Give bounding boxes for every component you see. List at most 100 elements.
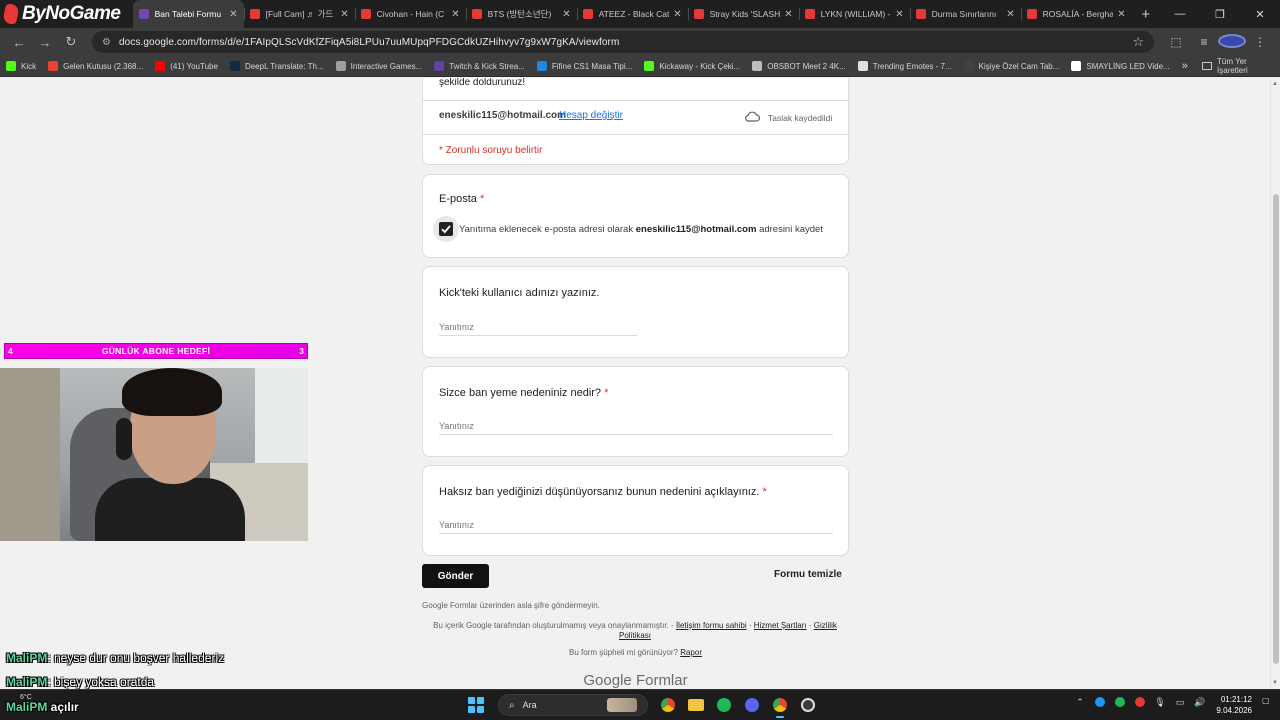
tab-close-icon[interactable]: ✕ [340, 9, 348, 20]
extensions-icon[interactable]: ⬚ [1162, 35, 1190, 49]
tab-close-icon[interactable]: ✕ [784, 9, 792, 20]
close-window-icon[interactable]: ✕ [1240, 8, 1280, 21]
tray-overflow-icon[interactable]: ⌃ [1072, 694, 1088, 710]
address-bar[interactable]: ⚙ docs.google.com/forms/d/e/1FAIpQLScVdK… [92, 31, 1154, 53]
save-email-checkbox[interactable] [433, 216, 459, 242]
notification-icon[interactable]: ▢ [1262, 696, 1270, 705]
bookmark-item[interactable]: SMAYLİNG LED Vide... [1071, 61, 1170, 71]
browser-tab[interactable]: Durma Sınırlarını ✕ [909, 0, 1021, 28]
logo-google: Google [583, 672, 632, 689]
browser-tab[interactable]: Civohan - Hain (C ✕ [354, 0, 466, 28]
bookmarks-overflow-icon[interactable]: » [1182, 60, 1188, 72]
question-title: Kick'teki kullanıcı adınızı yazınız. [439, 287, 599, 299]
tray-spotify-icon[interactable] [1112, 694, 1128, 710]
url-text[interactable]: docs.google.com/forms/d/e/1FAIpQLScVdKfZ… [119, 37, 1132, 48]
form-header-card: şekilde doldurunuz! eneskilic115@hotmail… [422, 78, 849, 165]
tray-record-icon[interactable] [1132, 694, 1148, 710]
required-note: * Zorunlu soruyu belirtir [439, 145, 543, 156]
chrome-icon[interactable] [657, 694, 679, 716]
tab-close-icon[interactable]: ✕ [673, 9, 681, 20]
media-controls-icon[interactable]: ≡ [1190, 35, 1218, 49]
bookmark-label: (41) YouTube [170, 61, 218, 71]
form-description: şekilde doldurunuz! [439, 78, 526, 88]
brand-mark-icon [1, 4, 21, 24]
chat-message: MaliPM açılır [6, 700, 79, 714]
tab-favicon-icon [1026, 9, 1037, 19]
taskbar-search[interactable]: ⌕ Ara [498, 694, 648, 716]
bookmark-item[interactable]: (41) YouTube [155, 61, 218, 71]
terms-link[interactable]: Hizmet Şartları [754, 621, 807, 630]
bookmark-item[interactable]: Kick [6, 61, 36, 71]
answer-input-username[interactable]: Yanıtınız [439, 320, 637, 336]
bookmark-item[interactable]: Trending Emotes - 7... [857, 61, 952, 71]
bookmark-item[interactable]: OBSBOT Meet 2 4K... [752, 61, 846, 71]
tray-app-icon[interactable] [1092, 694, 1108, 710]
tab-favicon-icon [915, 9, 926, 19]
volume-icon[interactable]: 🔊 [1192, 694, 1208, 710]
browser-tab[interactable]: Stray Kids 'SLASH ✕ [687, 0, 799, 28]
google-forms-logo[interactable]: Google Formlar [422, 672, 849, 689]
page-scrollbar[interactable]: ▲ ▼ [1270, 78, 1280, 689]
tab-favicon-icon [693, 9, 704, 19]
question-label: Haksız ban yediğinizi düşünüyorsanız bun… [439, 486, 760, 498]
microphone-icon[interactable]: 🎙 [1152, 694, 1168, 710]
reload-icon[interactable]: ↻ [58, 34, 84, 50]
menu-icon[interactable]: ⋮ [1246, 35, 1274, 49]
answer-input-ban-reason[interactable]: Yanıtınız [439, 419, 833, 435]
switch-account-link[interactable]: Hesap değiştir [559, 110, 623, 121]
tab-close-icon[interactable]: ✕ [1006, 9, 1014, 20]
restore-icon[interactable]: ❐ [1200, 8, 1240, 21]
bookmark-item[interactable]: Kişiye Özel Cam Tab... [963, 61, 1059, 71]
bookmark-item[interactable]: Gelen Kutusu (2.368... [48, 61, 143, 71]
profile-avatar[interactable] [1218, 33, 1246, 51]
bookmark-item[interactable]: Interactive Games... [335, 61, 422, 71]
site-info-icon[interactable]: ⚙ [102, 37, 111, 48]
back-icon[interactable]: ← [6, 35, 32, 50]
network-icon[interactable]: ▭ [1172, 694, 1188, 710]
browser-tab[interactable]: Ban Talebi Formu ✕ [132, 0, 244, 28]
discord-icon[interactable] [741, 694, 763, 716]
scroll-down-icon[interactable]: ▼ [1272, 680, 1278, 686]
bookmark-item[interactable]: Twitch & Kick Strea... [434, 61, 525, 71]
start-menu-icon[interactable] [468, 697, 484, 713]
browser-tab[interactable]: BTS (방탄소년단) ✕ [465, 0, 577, 28]
clear-form-button[interactable]: Formu temizle [774, 569, 842, 580]
tab-close-icon[interactable]: ✕ [562, 9, 570, 20]
tab-close-icon[interactable]: ✕ [229, 9, 237, 20]
tab-favicon-icon [471, 9, 482, 19]
tab-favicon-icon [804, 9, 815, 19]
chrome-active-icon[interactable] [769, 694, 791, 718]
checkbox-box[interactable] [439, 222, 453, 236]
answer-placeholder: Yanıtınız [439, 520, 474, 530]
tab-close-icon[interactable]: ✕ [451, 9, 459, 20]
bookmark-item[interactable]: DeepL Translate: Th... [229, 61, 324, 71]
folder-icon [1201, 62, 1213, 70]
obs-icon[interactable] [797, 694, 819, 716]
all-bookmarks-button[interactable]: Tüm Yer İşaretleri [1201, 57, 1274, 75]
clock-time: 01:21:12 [1220, 695, 1252, 704]
browser-tab[interactable]: LYKN (WILLIAM) - ✕ [798, 0, 910, 28]
file-explorer-icon[interactable] [685, 694, 707, 716]
browser-tab[interactable]: ROSALÍA - Bergha ✕ [1020, 0, 1132, 28]
save-email-label[interactable]: Yanıtıma eklenecek e-posta adresi olarak… [459, 224, 823, 235]
bookmark-star-icon[interactable]: ☆ [1132, 34, 1144, 50]
new-tab-button[interactable]: + [1132, 6, 1160, 23]
minimize-icon[interactable]: — [1160, 8, 1200, 21]
forward-icon[interactable]: → [32, 35, 58, 50]
scrollbar-thumb[interactable] [1273, 194, 1279, 664]
submit-button[interactable]: Gönder [422, 564, 489, 588]
goal-target: 3 [299, 346, 304, 356]
bookmark-item[interactable]: Kickaway - Kick Çeki... [644, 61, 740, 71]
browser-tab[interactable]: ATEEZ - Black Cat ✕ [576, 0, 688, 28]
contact-owner-link[interactable]: İletişim formu sahibi [676, 621, 747, 630]
spotify-icon[interactable] [713, 694, 735, 716]
tab-close-icon[interactable]: ✕ [895, 9, 903, 20]
taskbar-clock[interactable]: 01:21:12 9.04.2026 [1212, 694, 1252, 716]
report-link[interactable]: Rapor [680, 648, 702, 657]
bookmark-item[interactable]: Fifine CS1 Masa Tipi... [536, 61, 632, 71]
tab-close-icon[interactable]: ✕ [1117, 9, 1125, 20]
bookmark-favicon-icon [857, 61, 868, 71]
browser-tab[interactable]: [Full Cam] ♬ 가드 ✕ [243, 0, 355, 28]
scroll-up-icon[interactable]: ▲ [1272, 81, 1278, 87]
answer-input-unfair-ban[interactable]: Yanıtınız [439, 518, 833, 534]
